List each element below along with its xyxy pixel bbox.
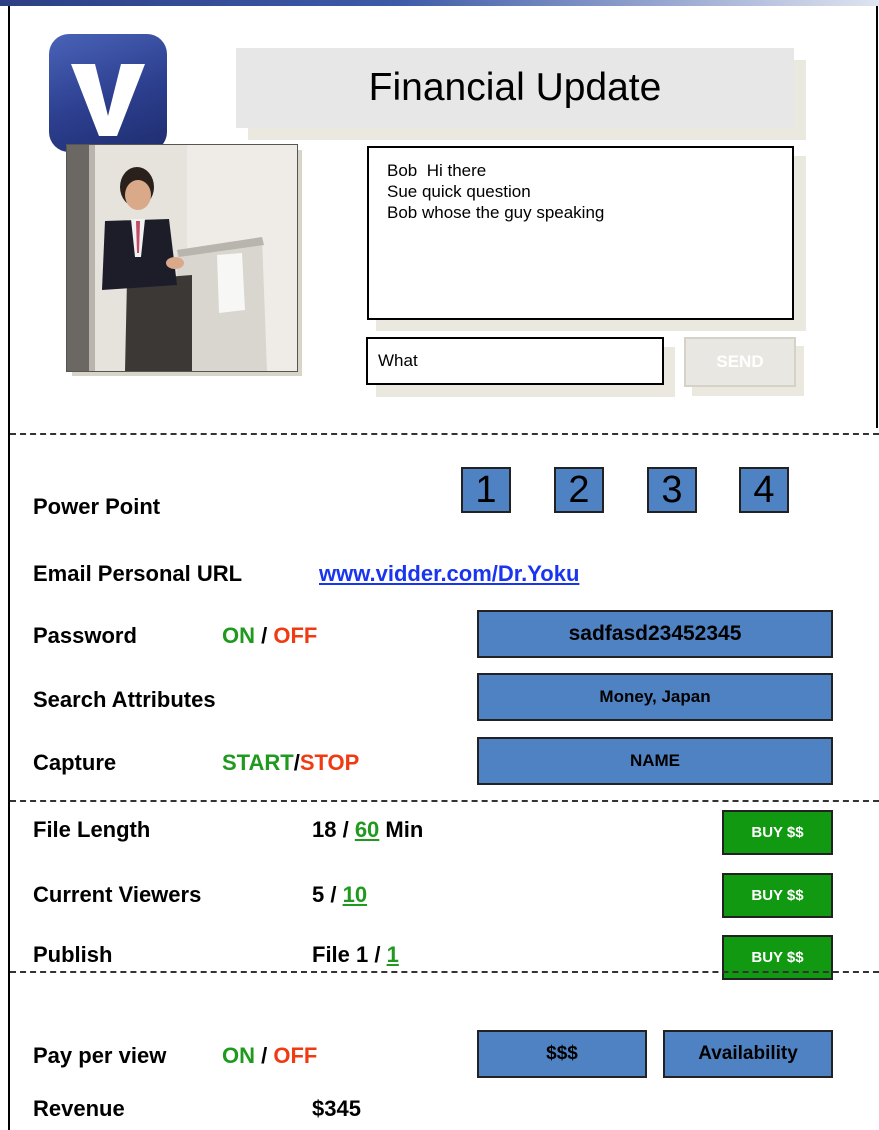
password-off-option[interactable]: OFF [273, 623, 317, 648]
chat-message: Bob Hi there [387, 161, 487, 180]
buy-publish-button[interactable]: BUY $$ [722, 935, 833, 980]
file-length-used: 18 / [312, 817, 355, 842]
ppv-on-option[interactable]: ON [222, 1043, 255, 1068]
pay-per-view-label: Pay per view [33, 1043, 167, 1068]
file-length-value: 18 / 60 Min [312, 817, 423, 843]
app-logo[interactable] [49, 34, 167, 152]
capture-label: Capture [33, 750, 117, 775]
slide-4-button[interactable]: 4 [739, 467, 789, 513]
chat-message: Bob whose the guy speaking [387, 203, 605, 222]
publish-label: Publish [33, 942, 113, 967]
toggle-separator: / [261, 1043, 268, 1068]
viewers-current: 5 / [312, 882, 343, 907]
personal-url-link[interactable]: www.vidder.com/Dr.Yoku [319, 561, 579, 587]
section-divider [10, 433, 879, 435]
price-button[interactable]: $$$ [477, 1030, 647, 1078]
capture-stop-option[interactable]: STOP [300, 750, 360, 775]
password-value-field[interactable]: sadfasd23452345 [477, 610, 833, 658]
file-length-max: 60 [354, 817, 380, 842]
file-length-unit: Min [379, 817, 424, 842]
password-on-option[interactable]: ON [222, 623, 255, 648]
publish-current: File 1 / [312, 942, 387, 967]
file-length-label: File Length [33, 817, 151, 842]
message-input[interactable]: What [366, 337, 664, 385]
right-border [876, 6, 878, 428]
top-accent-bar [0, 0, 879, 6]
send-button[interactable]: SEND [684, 337, 796, 387]
password-label: Password [33, 623, 137, 648]
powerpoint-label: Power Point [33, 494, 161, 519]
email-url-label: Email Personal URL [33, 561, 243, 586]
toggle-separator: / [261, 623, 268, 648]
speaker-video[interactable] [66, 144, 298, 372]
revenue-value: $345 [312, 1096, 361, 1121]
capture-name-button[interactable]: NAME [477, 737, 833, 785]
capture-start-option[interactable]: START [222, 750, 294, 775]
section-divider [10, 800, 879, 802]
chat-log: Bob Hi there Sue quick question Bob whos… [367, 146, 794, 320]
search-attributes-field[interactable]: Money, Japan [477, 673, 833, 721]
revenue-label: Revenue [33, 1096, 125, 1121]
availability-button[interactable]: Availability [663, 1030, 833, 1078]
password-toggle: ON / OFF [222, 623, 317, 649]
left-border [8, 6, 10, 1130]
section-divider [10, 971, 879, 973]
chat-message: Sue quick question [387, 182, 531, 201]
buy-viewers-button[interactable]: BUY $$ [722, 873, 833, 918]
ppv-off-option[interactable]: OFF [273, 1043, 317, 1068]
viewers-max: 10 [342, 882, 368, 907]
current-viewers-label: Current Viewers [33, 882, 202, 907]
publish-max: 1 [386, 942, 399, 967]
slide-3-button[interactable]: 3 [647, 467, 697, 513]
slide-2-button[interactable]: 2 [554, 467, 604, 513]
capture-toggle: START/STOP [222, 750, 359, 776]
speaker-image [67, 145, 297, 371]
search-attributes-label: Search Attributes [33, 687, 216, 712]
current-viewers-value: 5 / 10 [312, 882, 367, 908]
page-title: Financial Update [236, 48, 794, 128]
publish-value: File 1 / 1 [312, 942, 399, 968]
v-logo-icon [71, 64, 145, 136]
buy-file-length-button[interactable]: BUY $$ [722, 810, 833, 855]
pay-per-view-toggle: ON / OFF [222, 1043, 317, 1069]
slide-1-button[interactable]: 1 [461, 467, 511, 513]
